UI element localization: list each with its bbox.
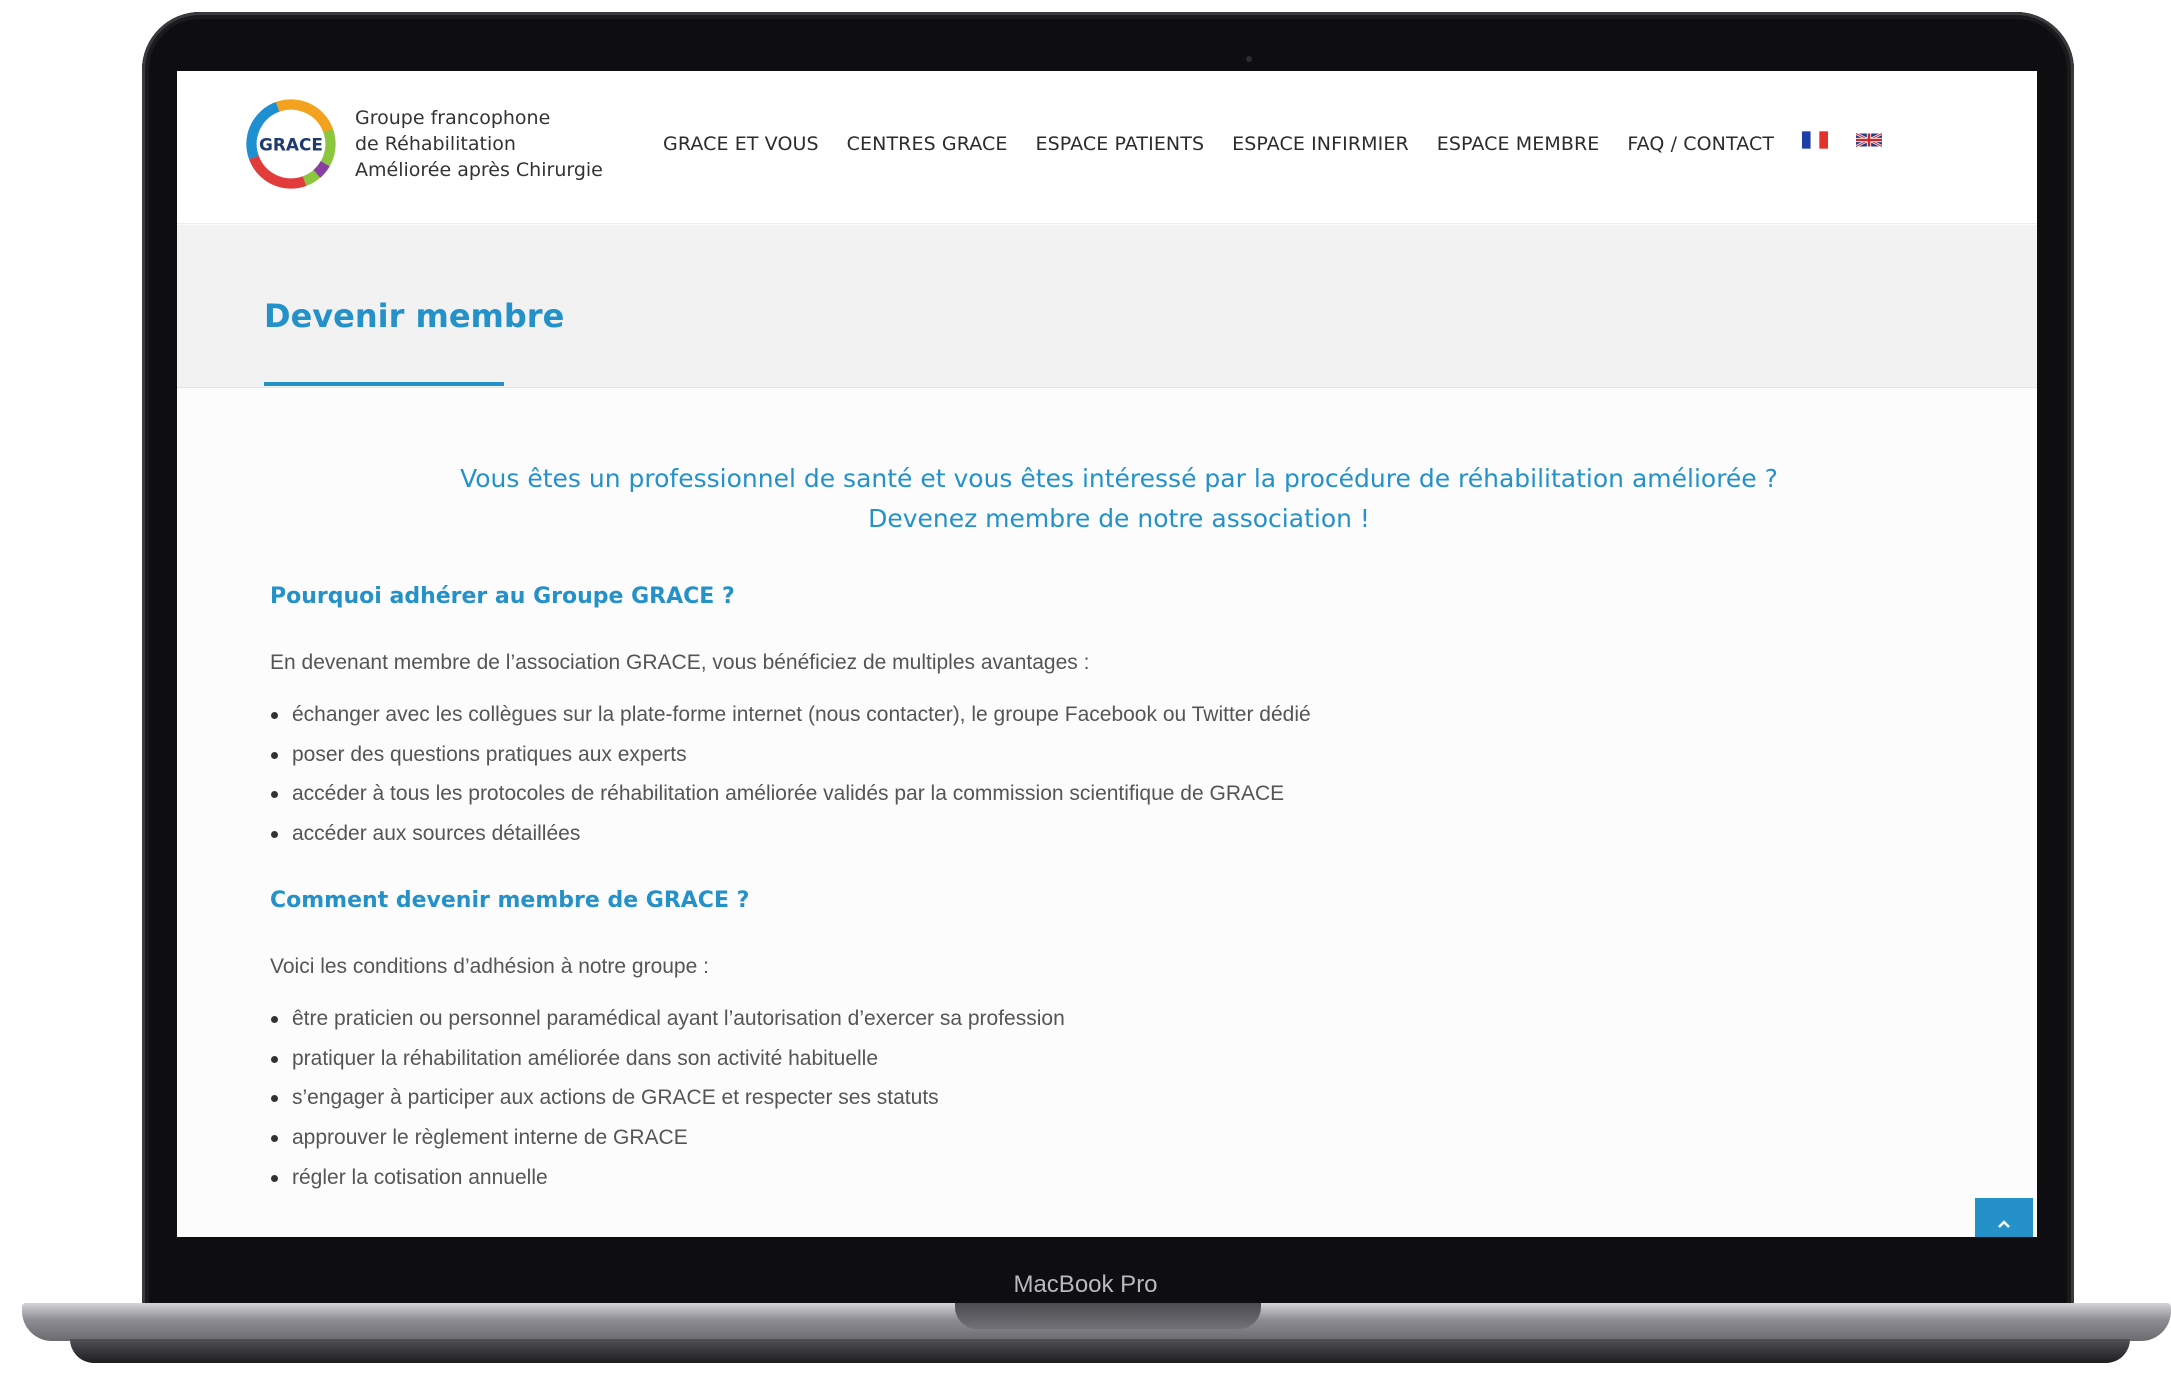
logo-line: Groupe francophone — [355, 107, 551, 129]
conditions-list: être praticien ou personnel paramédical … — [270, 999, 1065, 1197]
section-intro-how: Voici les conditions d’adhésion à notre … — [270, 955, 709, 978]
nav-espace-patients[interactable]: ESPACE PATIENTS — [1035, 133, 1204, 155]
list-item: être praticien ou personnel paramédical … — [270, 999, 1065, 1039]
section-heading-how: Comment devenir membre de GRACE ? — [270, 888, 750, 913]
uk-flag-icon[interactable] — [1856, 131, 1883, 149]
lead-line: Devenez membre de notre association ! — [868, 504, 1370, 533]
section-heading-why: Pourquoi adhérer au Groupe GRACE ? — [270, 584, 735, 609]
list-item: échanger avec les collègues sur la plate… — [270, 695, 1311, 735]
list-item: accéder à tous les protocoles de réhabil… — [270, 774, 1311, 814]
list-item: approuver le règlement interne de GRACE — [270, 1118, 1065, 1158]
logo-tagline[interactable]: Groupe francophone de Réhabilitation Amé… — [355, 105, 603, 183]
benefits-list: échanger avec les collègues sur la plate… — [270, 695, 1311, 854]
logo-line: de Réhabilitation — [355, 133, 516, 155]
list-item: pratiquer la réhabilitation améliorée da… — [270, 1039, 1065, 1079]
list-item: poser des questions pratiques aux expert… — [270, 735, 1311, 775]
laptop-base-notch — [955, 1303, 1261, 1329]
nav-centres-grace[interactable]: CENTRES GRACE — [847, 133, 1008, 155]
list-item: accéder aux sources détaillées — [270, 814, 1311, 854]
browser-screen: GRACE Groupe francophone de Réhabilitati… — [177, 71, 2037, 1237]
laptop-base-underside — [70, 1339, 2130, 1363]
scroll-to-top-button[interactable] — [1975, 1198, 2033, 1237]
list-item: régler la cotisation annuelle — [270, 1158, 1065, 1198]
site-header: GRACE Groupe francophone de Réhabilitati… — [177, 71, 2037, 224]
nav-espace-infirmier[interactable]: ESPACE INFIRMIER — [1232, 133, 1409, 155]
logo-badge-text: GRACE — [259, 135, 323, 155]
device-label: MacBook Pro — [1013, 1271, 1158, 1298]
grace-logo-icon[interactable]: GRACE — [244, 97, 338, 191]
nav-espace-membre[interactable]: ESPACE MEMBRE — [1437, 133, 1600, 155]
chevron-up-icon — [1998, 1220, 2010, 1228]
fr-flag-icon[interactable] — [1802, 131, 1829, 149]
section-intro-why: En devenant membre de l’association GRAC… — [270, 651, 1090, 674]
nav-grace-et-vous[interactable]: GRACE ET VOUS — [663, 133, 819, 155]
list-item: s’engager à participer aux actions de GR… — [270, 1078, 1065, 1118]
logo-line: Améliorée après Chirurgie — [355, 159, 603, 181]
page-title-band: Devenir membre — [177, 225, 2037, 388]
main-nav: GRACE ET VOUS CENTRES GRACE ESPACE PATIE… — [663, 131, 1910, 155]
title-underline — [264, 382, 504, 386]
page-title: Devenir membre — [264, 297, 565, 335]
lead-line: Vous êtes un professionnel de santé et v… — [460, 464, 1778, 493]
lead-text: Vous êtes un professionnel de santé et v… — [177, 459, 2037, 539]
nav-faq-contact[interactable]: FAQ / CONTACT — [1627, 133, 1774, 155]
camera-icon — [1246, 56, 1252, 62]
